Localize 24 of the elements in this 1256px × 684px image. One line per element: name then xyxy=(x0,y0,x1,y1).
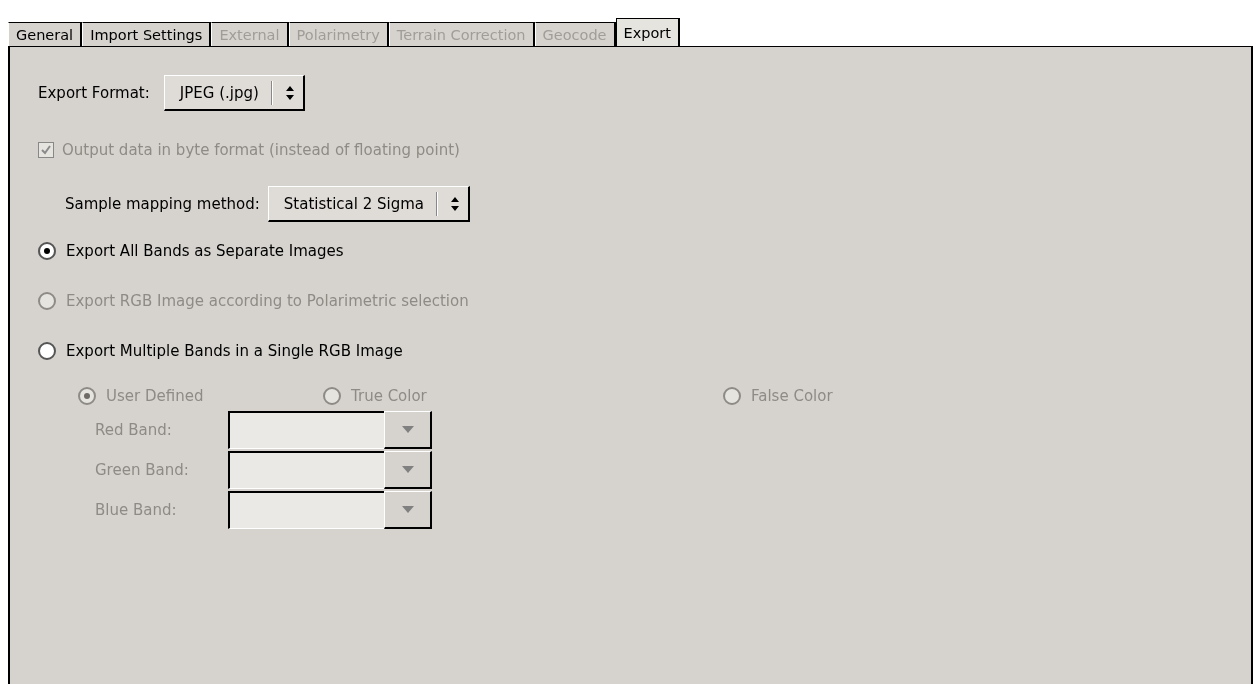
tab[interactable]: General xyxy=(8,22,83,46)
radio-label: Export Multiple Bands in a Single RGB Image xyxy=(66,342,403,360)
up-down-arrows-icon xyxy=(284,84,295,101)
tab[interactable]: Export xyxy=(615,18,680,46)
band-label: Green Band: xyxy=(95,461,190,479)
dropdown-arrow-icon xyxy=(401,506,414,513)
up-down-arrows-icon xyxy=(450,195,461,212)
field-label: Export Format: xyxy=(38,84,150,102)
dropdown-arrow-icon xyxy=(401,426,414,433)
dropdown-arrow-icon xyxy=(401,466,414,473)
checkbox-label: Output data in byte format (instead of floating point) xyxy=(62,141,460,159)
radio-label: User Defined xyxy=(106,387,204,405)
mapping-dropdown[interactable]: Statistical 2 Sigma xyxy=(267,186,471,222)
tab[interactable]: Import Settings xyxy=(82,22,212,46)
radio-button[interactable] xyxy=(38,342,56,360)
radio-label: Export All Bands as Separate Images xyxy=(66,242,344,260)
field-label: Sample mapping method: xyxy=(65,195,260,213)
radio-label: False Color xyxy=(751,387,833,405)
band-label: Red Band: xyxy=(95,421,173,439)
radio-button[interactable] xyxy=(38,242,56,260)
radio-label: Export RGB Image according to Polarimetric selection xyxy=(66,292,469,310)
band-label: Blue Band: xyxy=(95,501,178,519)
format-dropdown[interactable]: JPEG (.jpg) xyxy=(163,75,305,111)
radio-label: True Color xyxy=(351,387,427,405)
